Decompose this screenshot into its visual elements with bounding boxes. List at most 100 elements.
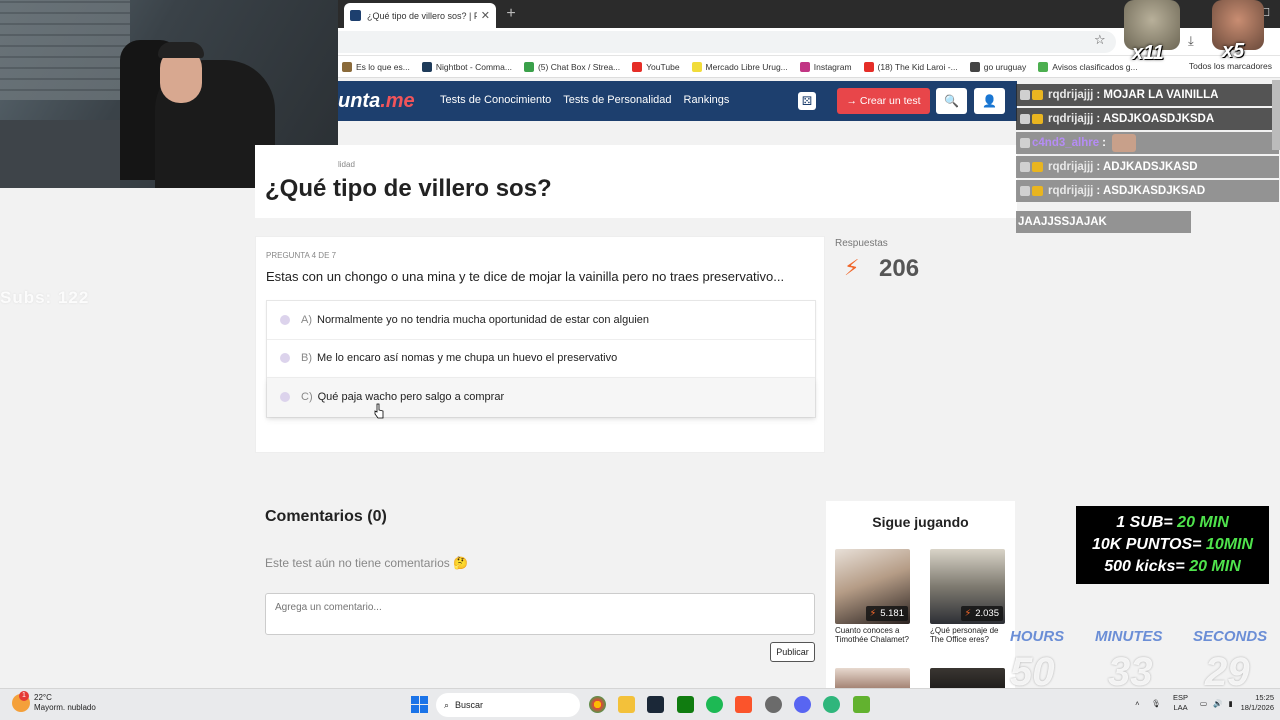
site-favicon-icon	[350, 10, 361, 21]
xbox-icon[interactable]	[677, 696, 694, 713]
bookmark-favicon-icon	[1038, 61, 1049, 72]
bookmark-favicon-icon	[799, 61, 810, 72]
option-text: Normalmente yo no tendria mucha oportuni…	[317, 313, 650, 326]
chat-message: rqdrijajjj: ASDJKOASDJKSDA	[1016, 108, 1279, 130]
chat-badge-icon	[1020, 90, 1030, 100]
brave-icon[interactable]	[735, 696, 752, 713]
weather-widget[interactable]: 1 22°C Mayorm. nublado	[12, 691, 96, 713]
bookmark-item[interactable]: Es lo que es...	[342, 61, 410, 72]
timer-seconds-label: SECONDS	[1193, 628, 1268, 645]
promo-value: 10MIN	[1205, 536, 1254, 553]
related-caption-2[interactable]: ¿Qué personaje de The Office eres?	[930, 626, 1008, 644]
bookmark-label: YouTube	[646, 61, 680, 72]
nav-knowledge-tests[interactable]: Tests de Conocimiento	[440, 94, 551, 106]
comment-input[interactable]	[265, 593, 815, 635]
bookmark-item[interactable]: Instagram	[799, 61, 852, 72]
clock-time: 15:25	[1255, 693, 1274, 702]
battery-icon[interactable]: ▮	[1228, 699, 1232, 708]
chat-text: : ADJKADSJKASD	[1096, 161, 1198, 173]
windows-start-icon[interactable]	[411, 696, 428, 713]
answers-count: 206	[879, 255, 920, 282]
main-nav: Tests de Conocimiento Tests de Personali…	[440, 94, 729, 106]
bookmark-item[interactable]: (5) Chat Box / Strea...	[523, 61, 620, 72]
logo-suffix: .me	[380, 90, 415, 112]
chat-username: c4nd3_alhre	[1032, 137, 1100, 149]
weather-temp: 22°C	[34, 693, 52, 702]
promo-value: 20 MIN	[1189, 558, 1241, 575]
site-logo[interactable]: unta.me	[338, 90, 415, 113]
mic-icon[interactable]: 🎙	[1152, 699, 1162, 708]
bookmark-star-icon[interactable]: ☆	[1094, 32, 1106, 48]
discord-icon[interactable]	[794, 696, 811, 713]
file-explorer-icon[interactable]	[618, 696, 635, 713]
thumb-count: ⚡ 2.035	[960, 606, 1003, 621]
option-a[interactable]: A) Normalmente yo no tendria mucha oport…	[267, 301, 815, 340]
thumb-count: ⚡ 5.181	[865, 606, 908, 621]
app-icon[interactable]	[765, 696, 782, 713]
language-indicator[interactable]: ESP LAA	[1173, 693, 1188, 713]
thumb-count-value: 5.181	[880, 608, 904, 619]
chat-badge-icon	[1020, 186, 1030, 196]
bookmark-item[interactable]: YouTube	[632, 61, 680, 72]
promo-text: 500 kicks=	[1104, 558, 1190, 575]
close-tab-icon[interactable]: ✕	[481, 9, 490, 22]
tab-title: ¿Qué tipo de villero sos? | Pregu	[367, 10, 477, 21]
bookmark-item[interactable]: Mercado Libre Urug...	[691, 61, 788, 72]
option-c[interactable]: C) Qué paja wacho pero salgo a comprar	[267, 378, 815, 417]
webcam-wall	[0, 0, 130, 100]
webcam-hat	[158, 42, 204, 58]
related-caption-1[interactable]: Cuanto conoces a Timothée Chalamet?	[835, 626, 913, 644]
taskbar-clock[interactable]: 15:25 18/1/2026	[1241, 693, 1274, 713]
url-input[interactable]	[338, 31, 1116, 53]
breadcrumb[interactable]: lidad	[338, 160, 355, 169]
create-test-button[interactable]: → Crear un test	[837, 88, 930, 114]
bookmark-label: Mercado Libre Urug...	[705, 61, 788, 72]
bookmark-item[interactable]: Nightbot - Comma...	[421, 61, 512, 72]
title-card: lidad ¿Qué tipo de villero sos?	[255, 145, 1017, 218]
tray-up-icon[interactable]: ˄	[1135, 699, 1139, 708]
chat-scrollbar[interactable]	[1272, 80, 1280, 150]
bookmark-item[interactable]: (18) The Kid Laroi -...	[863, 61, 958, 72]
spotify-icon[interactable]	[706, 696, 723, 713]
volume-icon[interactable]: 🔊	[1213, 699, 1222, 708]
chat-message: c4nd3_alhre:	[1016, 132, 1279, 154]
chat-badge-icon	[1020, 138, 1030, 148]
emote-multiplier-1: x11	[1132, 42, 1164, 64]
subathon-timer: HOURS MINUTES SECONDS 50 33 29	[1005, 628, 1280, 694]
lang-code: ESP	[1173, 693, 1189, 702]
search-icon[interactable]: 🔍	[936, 88, 967, 114]
new-tab-icon[interactable]: +	[502, 6, 520, 24]
steam-icon[interactable]	[647, 696, 664, 713]
lang-layout: LAA	[1173, 703, 1188, 712]
bolt-icon: ⚡	[844, 255, 860, 280]
chrome-icon[interactable]	[589, 696, 606, 713]
network-icon[interactable]: ▭	[1200, 699, 1207, 708]
bookmark-item[interactable]: Avisos clasificados g...	[1038, 61, 1138, 72]
browser-tab[interactable]: ¿Qué tipo de villero sos? | Pregu ✕	[344, 3, 496, 28]
option-letter: A)	[301, 313, 312, 326]
random-dice-icon[interactable]: ⚄	[798, 92, 816, 110]
publish-button[interactable]: Publicar	[770, 642, 815, 662]
chat-message: rqdrijajjj: ADJKADSJKASD	[1016, 156, 1279, 178]
chat-username: rqdrijajjj	[1048, 161, 1094, 173]
bookmark-favicon-icon	[523, 61, 534, 72]
bookmark-favicon-icon	[691, 61, 702, 72]
answer-options: A) Normalmente yo no tendria mucha oport…	[266, 300, 816, 418]
nav-personality-tests[interactable]: Tests de Personalidad	[563, 94, 671, 106]
thumb-count-value: 2.035	[975, 608, 999, 619]
related-thumb-2[interactable]: ⚡ 2.035	[930, 549, 1005, 624]
taskbar-search[interactable]: ⌕ Buscar	[436, 693, 580, 717]
question-card: PREGUNTA 4 de 7 Estas con un chongo o un…	[255, 236, 825, 453]
minecraft-icon[interactable]	[853, 696, 870, 713]
hand-cursor-icon	[374, 403, 384, 419]
bookmark-item[interactable]: go uruguay	[969, 61, 1026, 72]
user-icon[interactable]: 👤	[974, 88, 1005, 114]
chat-message: rqdrijajjj: ASDJKASDJKSAD	[1016, 180, 1279, 202]
promo-banner: 1 SUB= 20 MIN 10K PUNTOS= 10MIN 500 kick…	[1076, 506, 1269, 584]
nav-rankings[interactable]: Rankings	[684, 94, 730, 106]
bookmark-label: Nightbot - Comma...	[435, 61, 512, 72]
app-icon-2[interactable]	[823, 696, 840, 713]
option-b[interactable]: B) Me lo encaro así nomas y me chupa un …	[267, 339, 815, 378]
related-thumb-1[interactable]: ⚡ 5.181	[835, 549, 910, 624]
notification-badge: 1	[19, 691, 29, 701]
